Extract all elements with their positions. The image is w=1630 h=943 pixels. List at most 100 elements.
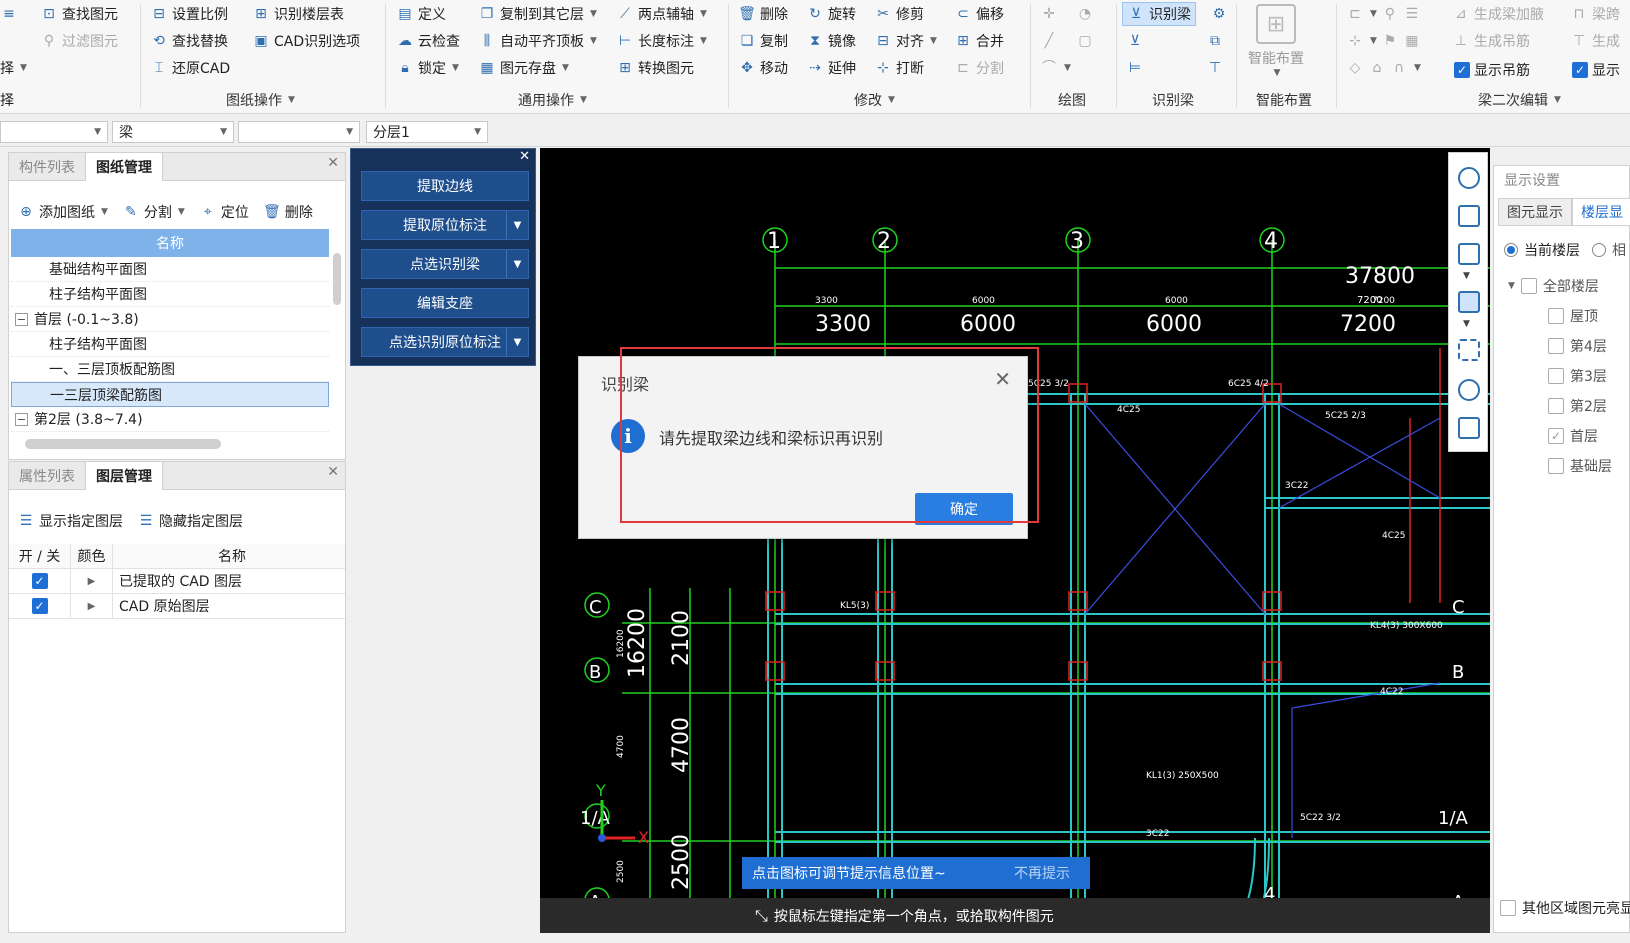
current-floor-radio[interactable]: 当前楼层相	[1504, 238, 1626, 262]
save-element-button[interactable]: ▦ 图元存盘 ▼	[478, 56, 569, 80]
floor-checkbox[interactable]: 屋顶	[1548, 304, 1598, 328]
group-common-ops[interactable]: 通用操作 ▼	[518, 90, 587, 110]
tab-element-display[interactable]: 图元显示	[1498, 198, 1572, 226]
dropdown-arrow-icon[interactable]: ▼	[506, 250, 528, 278]
tree-item[interactable]: 柱子结构平面图	[11, 332, 329, 357]
tree-item-selected[interactable]: 一三层顶梁配筋图	[11, 382, 329, 407]
generate-button[interactable]: ⊤ 生成	[1570, 29, 1620, 53]
floor-checkbox[interactable]: 基础层	[1548, 454, 1612, 478]
smart-layout-button[interactable]: ⊞ 智能布置 ▼	[1248, 4, 1304, 78]
scale-button[interactable]: ⊟ 设置比例	[150, 2, 228, 26]
offset-button[interactable]: ⊂ 偏移	[954, 2, 1004, 26]
cad-canvas[interactable]: 1 2 3 4 37800 7200 3300 6000 6000 7200 3…	[540, 148, 1490, 933]
draw-arc-button[interactable]: ⌒ ▼	[1040, 56, 1071, 80]
tab-floor-display[interactable]: 楼层显	[1572, 198, 1630, 226]
merge-button[interactable]: ⊞ 合并	[954, 29, 1004, 53]
group-beam-edit[interactable]: 梁二次编辑 ▼	[1478, 90, 1561, 110]
align-top-button[interactable]: ⫼ 自动平齐顶板 ▼	[478, 29, 597, 53]
component-view-icon[interactable]	[1458, 379, 1480, 401]
fit-view-icon[interactable]	[1458, 339, 1480, 361]
select-label[interactable]: 择 ▼	[0, 56, 27, 80]
beam-tool-e-button[interactable]: ⊤	[1206, 56, 1224, 80]
component-combo[interactable]: ▼	[238, 121, 360, 143]
extract-edge-button[interactable]: 提取边线	[361, 171, 529, 201]
tab-layer-manager[interactable]: 图层管理	[86, 462, 163, 490]
find-element-button[interactable]: ⊡ 查找图元	[40, 2, 118, 26]
tree-group[interactable]: − 首层 (-0.1~3.8)	[11, 307, 329, 332]
panel-close-icon[interactable]: ✕	[327, 464, 339, 480]
find-replace-button[interactable]: ⟲ 查找替换	[150, 29, 228, 53]
tree-item[interactable]: 一、三层顶板配筋图	[11, 357, 329, 382]
recognize-beam-button[interactable]: ⊻ 识别梁	[1122, 2, 1196, 26]
split-button[interactable]: ⊏ 分割	[954, 56, 1004, 80]
pick-recognize-annotation-button[interactable]: 点选识别原位标注 ▼	[361, 327, 529, 357]
tree-item[interactable]: 基础结构平面图	[11, 257, 329, 282]
delete-button[interactable]: 🗑︎ 删除	[738, 2, 788, 26]
copy-layer-button[interactable]: ❐ 复制到其它层 ▼	[478, 2, 597, 26]
hanger-bar-button[interactable]: ⊥ 生成吊筋	[1452, 29, 1530, 53]
beam-edit-a-button[interactable]: ⊏ ▼ ⚲ ☰	[1346, 2, 1421, 26]
draw-circle-button[interactable]: ◔	[1076, 2, 1094, 26]
break-button[interactable]: ⊹ 打断	[874, 56, 924, 80]
draw-line-button[interactable]: ╱	[1040, 29, 1058, 53]
category-combo[interactable]: ▼	[0, 121, 108, 143]
collapse-arrow-icon[interactable]: ▼	[1508, 281, 1515, 291]
restore-cad-button[interactable]: ⌶ 还原CAD	[150, 56, 230, 80]
floor-table-button[interactable]: ⊞ 识别楼层表	[252, 2, 344, 26]
add-drawing-button[interactable]: ⊕ 添加图纸 ▼	[17, 202, 108, 222]
floor-checkbox[interactable]: 第3层	[1548, 364, 1607, 388]
layer-combo[interactable]: 分层1 ▼	[366, 121, 488, 143]
ok-button[interactable]: 确定	[915, 493, 1013, 525]
filter-element-button[interactable]: ⚲ 过滤图元	[40, 29, 118, 53]
copy-button[interactable]: ❏ 复制	[738, 29, 788, 53]
show-layer-button[interactable]: ☰ 显示指定图层	[17, 511, 123, 531]
tab-property-list[interactable]: 属性列表	[9, 462, 86, 490]
column-header-name[interactable]: 名称	[113, 546, 345, 566]
group-drawing-ops[interactable]: 图纸操作 ▼	[226, 90, 295, 110]
beam-span-button[interactable]: ⊓ 梁跨	[1570, 2, 1620, 26]
beam-edit-c-button[interactable]: ◇ ⌂ ∩ ▼	[1346, 56, 1421, 80]
beam-haunch-button[interactable]: ⊿ 生成梁加腋	[1452, 2, 1544, 26]
dialog-close-icon[interactable]: ✕	[994, 367, 1011, 391]
hide-layer-button[interactable]: ☰ 隐藏指定图层	[137, 511, 243, 531]
beam-tool-a-button[interactable]: ⚙	[1210, 2, 1228, 26]
panel-close-icon[interactable]: ✕	[327, 155, 339, 171]
beam-edit-b-button[interactable]: ⊹ ▼ ⚑ ▦	[1346, 29, 1421, 53]
report-icon[interactable]	[1458, 417, 1480, 439]
type-combo[interactable]: 梁 ▼	[112, 121, 234, 143]
trim-button[interactable]: ✂ 修剪	[874, 2, 924, 26]
ribbon-cut-icon[interactable]: ≡	[0, 2, 18, 26]
edit-support-button[interactable]: 编辑支座	[361, 288, 529, 318]
vertical-scrollbar[interactable]	[333, 253, 341, 305]
column-header-name[interactable]: 名称	[11, 229, 329, 257]
column-header-color[interactable]: 颜色	[71, 544, 113, 568]
align-button[interactable]: ⊟ 对齐 ▼	[874, 29, 937, 53]
tree-group[interactable]: − 第2层 (3.8~7.4)	[11, 407, 329, 432]
dropdown-arrow-icon[interactable]: ▼	[506, 211, 528, 239]
convert-element-button[interactable]: ⊞ 转换图元	[616, 56, 694, 80]
extend-button[interactable]: ⇢ 延伸	[806, 56, 856, 80]
length-dim-button[interactable]: ⊢ 长度标注 ▼	[616, 29, 707, 53]
draw-rect-button[interactable]: ▢	[1076, 29, 1094, 53]
all-floors-checkbox[interactable]: ▼ 全部楼层	[1508, 274, 1599, 298]
floor-checkbox[interactable]: ✓ 首层	[1548, 424, 1598, 448]
tip-banner[interactable]: 点击图标可调节提示信息位置~ 不再提示	[742, 857, 1090, 889]
locate-button[interactable]: ⌖ 定位	[199, 202, 249, 222]
tree-item[interactable]: 柱子结构平面图	[11, 282, 329, 307]
floor-checkbox[interactable]: 第2层	[1548, 394, 1607, 418]
table-row[interactable]: ✓ ▶ 已提取的 CAD 图层	[9, 569, 345, 594]
cube-view-icon[interactable]	[1458, 243, 1480, 265]
rotate-button[interactable]: ↻ 旋转	[806, 2, 856, 26]
tip-dismiss-link[interactable]: 不再提示	[1014, 863, 1070, 883]
expand-arrow-icon[interactable]: ▶	[71, 594, 113, 618]
collapse-icon[interactable]: −	[15, 312, 28, 326]
show-checkbox[interactable]: ✓ 显示	[1572, 58, 1620, 82]
move-button[interactable]: ✥ 移动	[738, 56, 788, 80]
column-header-onoff[interactable]: 开 / 关	[9, 544, 71, 568]
layer-toggle-checkbox[interactable]: ✓	[31, 598, 48, 614]
lock-button[interactable]: 🔒︎ 锁定 ▼	[396, 56, 459, 80]
cad-options-button[interactable]: ▣ CAD识别选项	[252, 29, 360, 53]
floor-checkbox[interactable]: 第4层	[1548, 334, 1607, 358]
group-modify[interactable]: 修改 ▼	[854, 90, 895, 110]
delete-drawing-button[interactable]: 🗑︎ 删除	[263, 202, 313, 222]
